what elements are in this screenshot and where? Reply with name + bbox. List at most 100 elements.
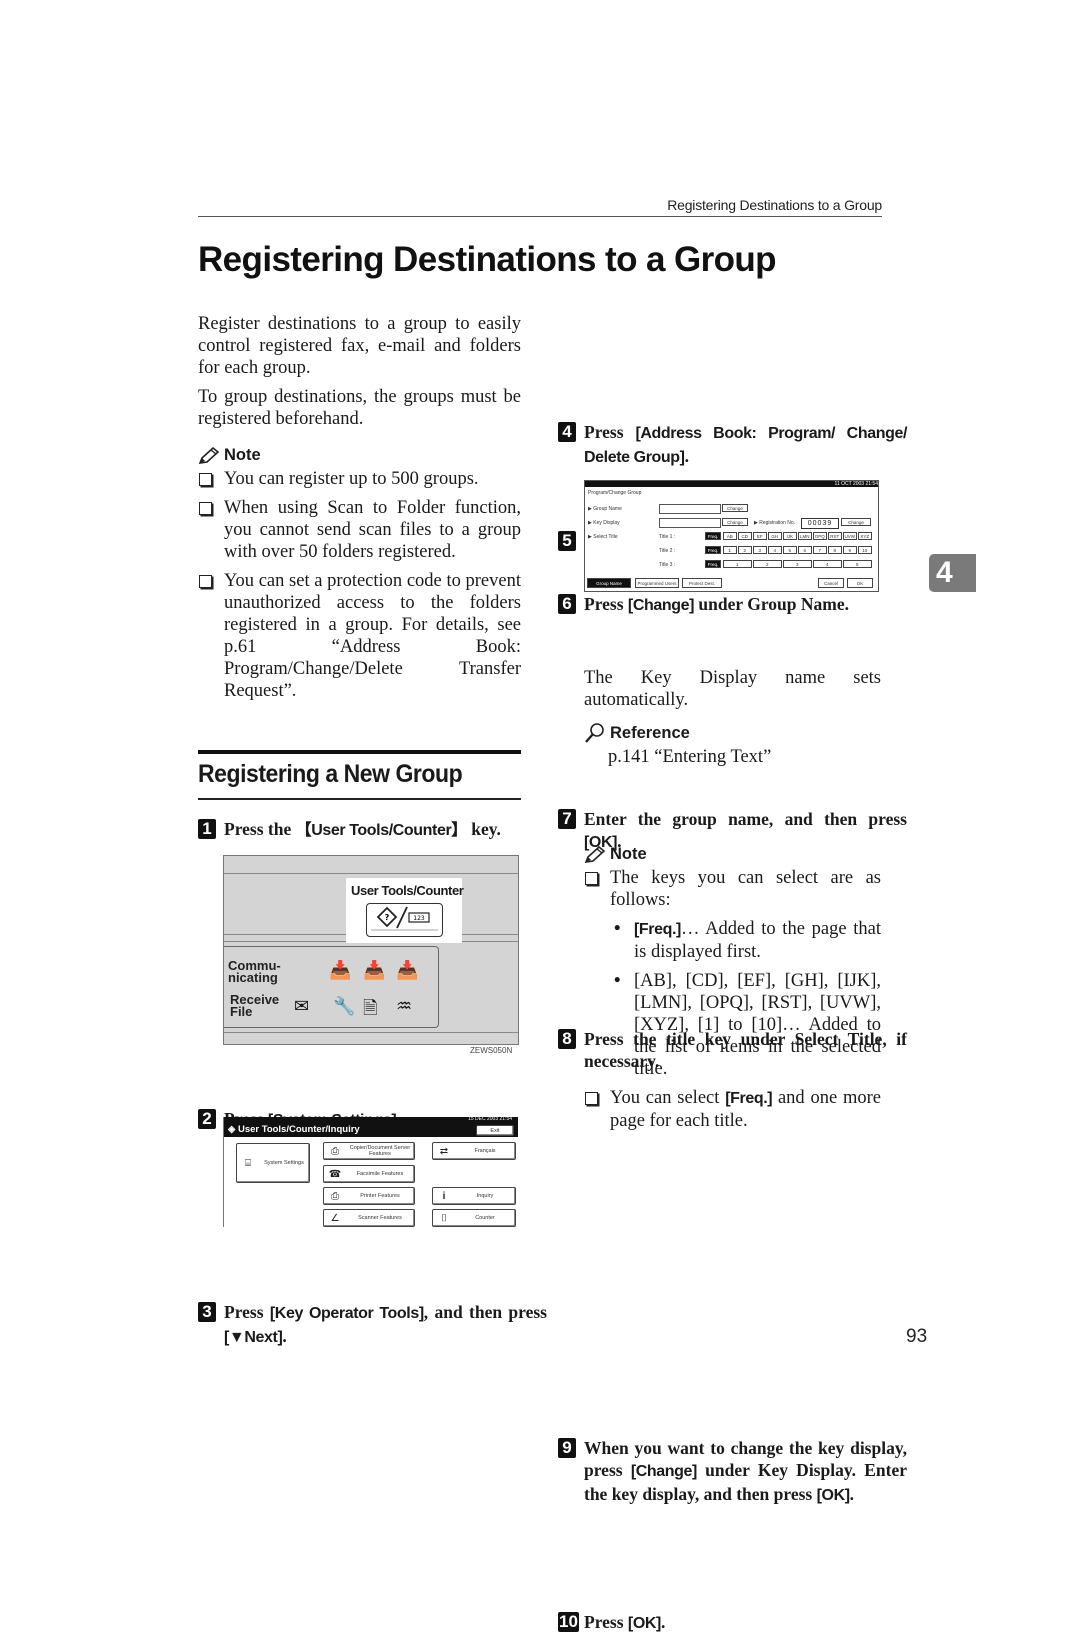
title-key[interactable]: 8 xyxy=(828,546,842,554)
chapter-tab[interactable]: 4 xyxy=(929,554,976,592)
language-icon: ⇄ xyxy=(439,1145,449,1157)
title-key[interactable]: 6 xyxy=(798,546,812,554)
key-name: [Change] xyxy=(630,1463,698,1480)
title-key[interactable]: 1 xyxy=(723,560,752,568)
title-key[interactable]: 5 xyxy=(843,560,872,568)
title-key[interactable]: LMN xyxy=(798,532,812,540)
title-key-freq[interactable]: Freq. xyxy=(705,546,721,554)
printer-features-button[interactable]: ⎙ Printer Features xyxy=(323,1187,415,1205)
title-key[interactable]: CD xyxy=(738,532,752,540)
running-header: Registering Destinations to a Group xyxy=(667,197,882,213)
title-key[interactable]: 3 xyxy=(783,560,812,568)
title-key[interactable]: 3 xyxy=(753,546,767,554)
step-number-badge: 8 xyxy=(558,1029,576,1049)
svg-text:123: 123 xyxy=(413,915,425,922)
title-key[interactable]: 9 xyxy=(843,546,857,554)
note-item: You can select [Freq.] and one more page… xyxy=(584,1087,881,1132)
title-key[interactable]: 1 xyxy=(723,546,737,554)
title-key[interactable]: 2 xyxy=(753,560,782,568)
reference-label: Reference xyxy=(610,723,690,742)
group-name-change-button[interactable]: Change xyxy=(722,504,748,512)
step-1: 1 Press the 【User Tools/Counter】 key. xyxy=(198,818,547,842)
title-key[interactable]: 4 xyxy=(813,560,842,568)
key-display-change-button[interactable]: Change xyxy=(722,518,748,526)
wrench-icon: 🔧 xyxy=(333,996,356,1017)
copier-icon: ⎙ xyxy=(331,1145,339,1157)
step-number-badge: 1 xyxy=(198,819,216,839)
note-block: Note The keys you can select are as foll… xyxy=(584,845,881,1139)
tab-protect-dest[interactable]: Protect Dest. xyxy=(682,578,722,588)
note-item: When using Scan to Folder function, you … xyxy=(198,497,521,563)
copier-features-button[interactable]: ⎙ Copier/Document Server Features xyxy=(323,1142,415,1160)
page-number: 93 xyxy=(906,1326,928,1347)
checkbox-icon xyxy=(199,502,212,515)
screen-datetime: 15 DEC 2003 21:54 xyxy=(468,1116,512,1122)
registration-number: 00039 xyxy=(801,518,839,529)
section-title: Registering a New Group xyxy=(198,760,463,788)
figure-id: ZEWS050N xyxy=(470,1046,513,1055)
step-6: 6 Press [Change] under Group Name. xyxy=(558,593,907,617)
communicating-label: Commu-nicating xyxy=(228,958,281,985)
header-rule xyxy=(198,216,882,217)
user-tools-counter-key[interactable]: ? 123 xyxy=(366,903,443,937)
title-key[interactable]: GH xyxy=(768,532,782,540)
section-rule xyxy=(198,798,521,800)
key-name: [OK] xyxy=(627,1615,661,1632)
user-tools-icon: ? 123 xyxy=(371,906,438,931)
reference-block: Reference p.141 “Entering Text” xyxy=(584,722,881,775)
note-item: You can register up to 500 groups. xyxy=(198,468,521,490)
title-key[interactable]: XYZ xyxy=(858,532,872,540)
title-key[interactable]: 5 xyxy=(783,546,797,554)
cancel-button[interactable]: Cancel xyxy=(818,578,844,588)
note-label: Note xyxy=(224,446,261,464)
checkbox-icon xyxy=(585,872,598,885)
checkbox-icon xyxy=(199,575,212,588)
title-key[interactable]: 4 xyxy=(768,546,782,554)
ok-button[interactable]: OK xyxy=(847,578,873,588)
key-name: [OK] xyxy=(816,1487,850,1504)
bullet-item: • [AB], [CD], [EF], [GH], [IJK], [LMN], [… xyxy=(614,971,882,1079)
title-key[interactable]: RST xyxy=(828,532,842,540)
title-key[interactable]: AB xyxy=(723,532,737,540)
step-3: 3 Press [Key Operator Tools], and then p… xyxy=(198,1301,547,1349)
facsimile-features-button[interactable]: ☎ Facsimile Features xyxy=(323,1165,415,1183)
title-key[interactable]: 7 xyxy=(813,546,827,554)
step-7-description: The Key Display name sets automatically. xyxy=(584,668,881,710)
intro-paragraph: Register destinations to a group to easi… xyxy=(198,314,521,378)
step-number-badge: 6 xyxy=(558,594,576,614)
fax-receiving-icon: 📥 xyxy=(329,960,352,981)
scanner-features-button[interactable]: ∠ Scanner Features xyxy=(323,1209,415,1227)
title-key[interactable]: IJK xyxy=(783,532,797,540)
reference-link[interactable]: p.141 “Entering Text” xyxy=(584,746,881,768)
bullet-item: • [Freq.]… Added to the page that is disp… xyxy=(614,919,881,962)
group-name-field[interactable] xyxy=(659,504,721,514)
title-key[interactable]: OPQ xyxy=(813,532,827,540)
receive-file-label: Receive File xyxy=(230,992,280,1019)
step-9: 9 When you want to change the key displa… xyxy=(558,1437,907,1507)
note-heading: Note xyxy=(198,446,521,465)
system-settings-button[interactable]: ⌸ System Settings xyxy=(236,1143,310,1183)
key-display-field[interactable] xyxy=(659,518,721,528)
title-key-freq[interactable]: Freq. xyxy=(705,560,721,568)
language-button[interactable]: ⇄ Français xyxy=(432,1142,516,1160)
counter-button[interactable]: ⌷ Counter xyxy=(432,1209,516,1227)
inquiry-button[interactable]: i Inquiry xyxy=(432,1187,516,1205)
note-list: The keys you can select are as follows: … xyxy=(584,867,881,1132)
title-key[interactable]: UVW xyxy=(843,532,857,540)
checkbox-icon xyxy=(199,473,212,486)
exit-button[interactable]: Exit xyxy=(476,1125,514,1136)
cross-reference-link[interactable]: You can set a protection code to prevent… xyxy=(224,571,521,701)
data-in-icon: 📥 xyxy=(363,960,386,981)
info-icon: i xyxy=(442,1190,446,1202)
printer-icon: ⎙ xyxy=(331,1190,339,1202)
tab-programmed-users[interactable]: Programmed Users xyxy=(635,578,679,588)
tab-group-name[interactable]: Group Name xyxy=(587,578,631,588)
title-key[interactable]: 2 xyxy=(738,546,752,554)
reg-no-change-button[interactable]: Change xyxy=(841,518,871,526)
title-key[interactable]: 10 xyxy=(858,546,872,554)
step-number-badge: 7 xyxy=(558,809,576,829)
title-key-freq[interactable]: Freq. xyxy=(705,532,721,540)
title-key[interactable]: EF xyxy=(753,532,767,540)
step-4: 4 Press [Address Book: Program/ Change/ … xyxy=(558,421,907,469)
program-change-group-screen: 11 OCT 2003 21:54 Program/Change Group ▶… xyxy=(584,480,879,592)
